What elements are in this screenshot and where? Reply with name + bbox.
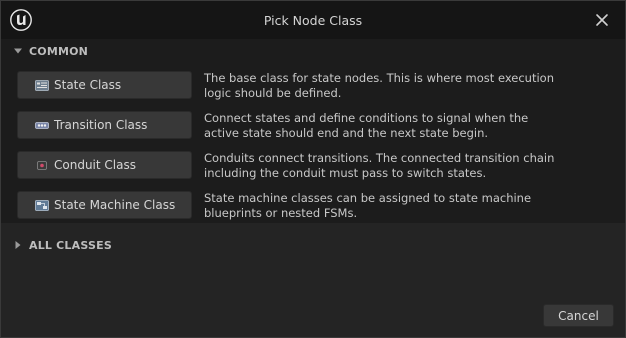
title-bar: Pick Node Class [1,1,625,39]
conduit-node-icon [37,160,47,170]
description-line: State machine classes can be assigned to… [204,191,532,205]
section-label-common: COMMON [29,44,89,58]
transition-class-button[interactable]: Transition Class [17,111,192,139]
description-line: logic should be defined. [204,86,342,100]
state-class-button[interactable]: State Class [17,71,192,99]
class-row-state: State Class The base class for state nod… [1,67,625,107]
description-line: The base class for state nodes. This is … [204,71,554,85]
conduit-class-label: Conduit Class [54,158,136,172]
description-line: Connect states and define conditions to … [204,111,529,125]
description-line: active state should end and the next sta… [204,126,489,140]
state-class-description: The base class for state nodes. This is … [204,71,614,101]
cancel-button[interactable]: Cancel [543,304,614,327]
section-header-all-classes[interactable]: ALL CLASSES [1,233,625,257]
close-icon[interactable] [593,11,611,29]
class-row-conduit: Conduit Class Conduits connect transitio… [1,147,625,187]
state-node-icon [35,79,49,91]
conduit-class-button[interactable]: Conduit Class [17,151,192,179]
section-label-all-classes: ALL CLASSES [29,238,112,252]
transition-node-icon [35,121,49,129]
conduit-class-description: Conduits connect transitions. The connec… [204,151,614,181]
transition-class-label: Transition Class [54,118,148,132]
class-row-state-machine: State Machine Class State machine classe… [1,187,625,227]
transition-class-description: Connect states and define conditions to … [204,111,614,141]
state-machine-class-description: State machine classes can be assigned to… [204,191,614,221]
state-class-label: State Class [54,78,122,92]
section-header-common[interactable]: COMMON [1,39,625,63]
description-line: blueprints or nested FSMs. [204,206,358,220]
state-machine-class-button[interactable]: State Machine Class [17,191,192,219]
chevron-right-icon [15,241,21,249]
class-row-transition: Transition Class Connect states and defi… [1,107,625,147]
chevron-down-icon [14,48,22,54]
pick-node-class-dialog: Pick Node Class COMMON State Class The b… [0,0,626,338]
description-line: including the conduit must pass to switc… [204,166,487,180]
state-machine-class-label: State Machine Class [54,198,176,212]
section-body-common: State Class The base class for state nod… [1,63,625,223]
description-line: Conduits connect transitions. The connec… [204,151,555,165]
dialog-title: Pick Node Class [263,13,363,28]
state-machine-icon [35,199,49,211]
